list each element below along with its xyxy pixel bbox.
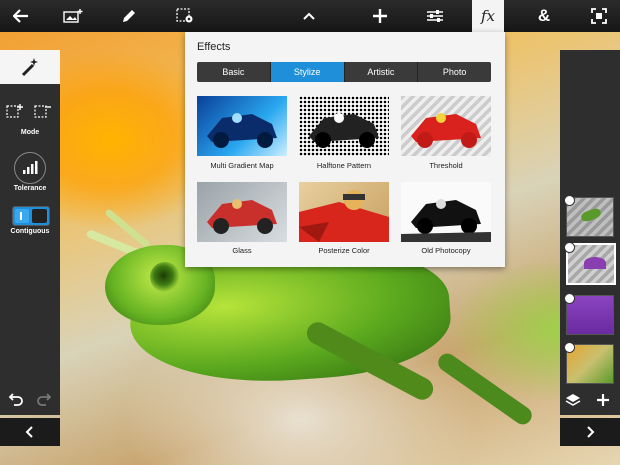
selection-settings-icon[interactable] — [168, 0, 202, 32]
effect-glass[interactable] — [197, 182, 287, 242]
effect-threshold[interactable] — [401, 96, 491, 156]
effect-old-photocopy[interactable] — [401, 182, 491, 242]
chameleon-tail — [434, 350, 536, 428]
effects-tabs: Basic Stylize Artistic Photo — [197, 62, 491, 82]
plus-icon[interactable] — [363, 0, 397, 32]
fit-screen-icon[interactable] — [582, 0, 616, 32]
add-selection-icon[interactable] — [6, 103, 24, 124]
contiguous-toggle[interactable] — [12, 206, 50, 226]
effects-title: Effects — [197, 41, 231, 53]
effect-posterize-color[interactable] — [299, 182, 389, 242]
add-layer-icon[interactable] — [596, 393, 610, 412]
tolerance-label: Tolerance — [13, 185, 47, 192]
effect-label: Multi Gradient Map — [210, 161, 274, 170]
chevron-left-icon — [25, 426, 33, 438]
mode-label: Mode — [20, 129, 40, 136]
collapse-right-panel-button[interactable] — [560, 418, 620, 446]
chameleon-eye — [150, 262, 180, 292]
collapse-left-panel-button[interactable] — [0, 418, 60, 446]
layer-visibility-icon[interactable] — [564, 195, 575, 206]
subtract-selection-icon[interactable] — [34, 103, 52, 124]
tab-artistic[interactable]: Artistic — [345, 62, 419, 82]
tab-photo[interactable]: Photo — [418, 62, 491, 82]
magic-wand-tool[interactable] — [0, 50, 60, 84]
add-image-icon[interactable] — [56, 0, 90, 32]
layer-visibility-icon[interactable] — [564, 242, 575, 253]
tab-basic[interactable]: Basic — [197, 62, 271, 82]
undo-icon[interactable] — [8, 392, 24, 411]
top-toolbar: fx & — [0, 0, 620, 32]
effects-panel: Effects Basic Stylize Artistic Photo Mul… — [185, 32, 505, 267]
effect-multi-gradient-map[interactable] — [197, 96, 287, 156]
layers-stack-icon[interactable] — [565, 393, 581, 412]
magic-wand-icon — [21, 58, 38, 77]
redo-icon[interactable] — [36, 392, 52, 411]
effect-label: Threshold — [429, 161, 463, 170]
layer-visibility-icon[interactable] — [564, 293, 575, 304]
chevron-right-icon — [587, 426, 595, 438]
sliders-icon[interactable] — [418, 0, 452, 32]
effect-label: Old Photocopy — [421, 246, 471, 255]
pencil-icon[interactable] — [112, 0, 146, 32]
effect-label: Halftone Pattern — [316, 161, 372, 170]
tolerance-bars-icon — [23, 161, 38, 174]
chevron-up-icon[interactable] — [292, 0, 326, 32]
effect-label: Posterize Color — [318, 246, 370, 255]
fx-icon[interactable]: fx — [472, 0, 504, 32]
tolerance-control[interactable] — [14, 152, 46, 184]
contiguous-label: Contiguous — [10, 228, 50, 235]
effect-label: Glass — [232, 246, 252, 255]
ampersand-icon[interactable]: & — [527, 0, 561, 32]
back-arrow-icon[interactable] — [4, 0, 38, 32]
effect-halftone-pattern[interactable] — [299, 96, 389, 156]
layer-visibility-icon[interactable] — [564, 342, 575, 353]
tab-stylize[interactable]: Stylize — [270, 62, 345, 82]
